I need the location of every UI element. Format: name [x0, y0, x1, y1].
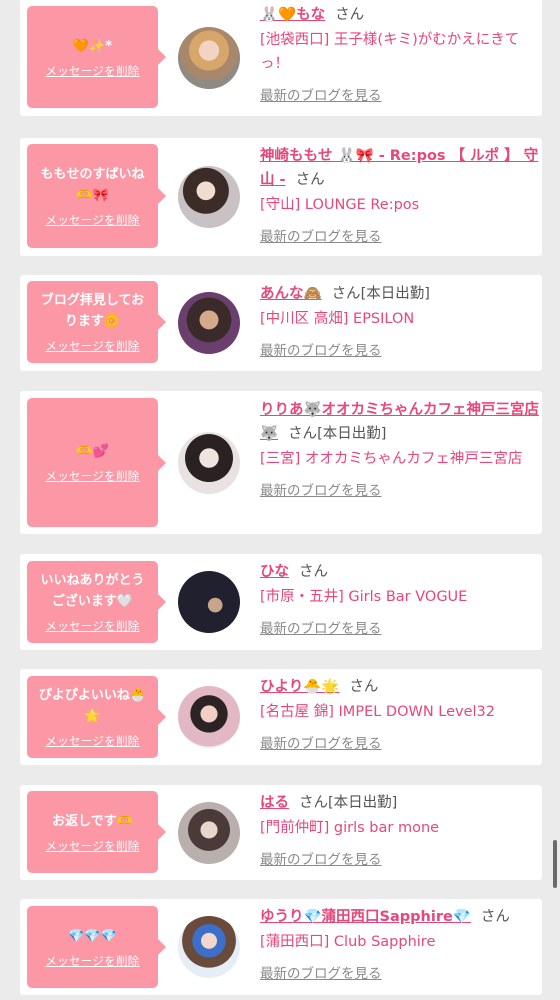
shop-label: [市原・五井] Girls Bar VOGUE	[260, 589, 468, 605]
sender-info: ひな さん [市原・五井] Girls Bar VOGUE 最新のブログを見る	[260, 560, 540, 637]
delete-message-link[interactable]: メッセージを削除	[45, 212, 139, 228]
honorific: さん	[331, 286, 361, 302]
work-status: [本日出勤]	[360, 286, 430, 302]
delete-message-link[interactable]: メッセージを削除	[45, 63, 139, 79]
scrollbar-thumb[interactable]	[553, 840, 557, 888]
message-bubble: ブログ拝見してお ります🌼 メッセージを削除	[27, 281, 166, 363]
latest-blog-link[interactable]: 最新のブログを見る	[260, 617, 382, 637]
name-line: はる さん[本日出勤]	[260, 791, 540, 815]
latest-blog-link[interactable]: 最新のブログを見る	[260, 732, 382, 752]
message-bubble: お返しです🫶 メッセージを削除	[27, 791, 166, 873]
message-text: ぴよぴよいいね🐣 🌟	[38, 688, 147, 724]
sender-name-link[interactable]: ひより🐣🌟	[260, 679, 339, 695]
message-bubble: ももせのすばいね 🫶🎀 メッセージを削除	[27, 144, 166, 248]
sender-name-link[interactable]: あんな🙈	[260, 286, 322, 302]
sender-info: ひより🐣🌟 さん [名古屋 錦] IMPEL DOWN Level32 最新のブロ…	[260, 675, 540, 752]
avatar[interactable]	[178, 432, 240, 494]
message-text: 🧡✨*	[72, 38, 113, 54]
work-status: [本日出勤]	[328, 795, 398, 811]
message-text: 💎💎💎	[68, 928, 117, 944]
name-line: あんな🙈 さん[本日出勤]	[260, 282, 540, 306]
name-line: 神崎ももせ 🐰🎀 - Re:pos 【 ルポ 】 守山 - さん	[260, 144, 540, 192]
delete-message-link[interactable]: メッセージを削除	[45, 953, 139, 969]
message-card: ももせのすばいね 🫶🎀 メッセージを削除 神崎ももせ 🐰🎀 - Re:pos 【…	[20, 138, 542, 256]
honorific: さん	[299, 564, 328, 580]
shop-label: [池袋西口] 王子様(キミ)がむかえにきてっ！	[260, 32, 520, 72]
latest-blog-link[interactable]: 最新のブログを見る	[260, 962, 382, 982]
honorific: さん	[349, 679, 379, 695]
latest-blog-link[interactable]: 最新のブログを見る	[260, 225, 382, 245]
avatar[interactable]	[178, 27, 240, 89]
message-card: ぴよぴよいいね🐣 🌟 メッセージを削除 ひより🐣🌟 さん [名古屋 錦] IMPE…	[20, 669, 542, 765]
message-text: ももせのすばいね 🫶🎀	[40, 167, 145, 203]
avatar[interactable]	[178, 166, 240, 228]
shop-label: [蒲田西口] Club Sapphire	[260, 934, 436, 950]
sender-info: りりあ🐺オオカミちゃんカフェ神戸三宮店🐺 さん[本日出勤] [三宮] オオカミちゃ…	[260, 398, 540, 499]
delete-message-link[interactable]: メッセージを削除	[45, 468, 139, 484]
latest-blog-link[interactable]: 最新のブログを見る	[260, 479, 382, 499]
name-line: ゆうり💎蒲田西口Sapphire💎 さん	[260, 905, 540, 929]
avatar[interactable]	[178, 916, 240, 978]
name-line: 🐰🧡もな さん	[260, 3, 540, 27]
sender-name-link[interactable]: はる	[260, 795, 289, 811]
sender-info: あんな🙈 さん[本日出勤] [中川区 高畑] EPSILON 最新のブログを見る	[260, 282, 540, 359]
message-bubble: いいねありがとう ございます🤍 メッセージを削除	[27, 561, 166, 643]
message-card: お返しです🫶 メッセージを削除 はる さん[本日出勤] [門前仲町] girls …	[20, 785, 542, 880]
honorific: さん	[480, 909, 510, 925]
sender-info: はる さん[本日出勤] [門前仲町] girls bar mone 最新のブログを…	[260, 791, 540, 868]
shop-label: [三宮] オオカミちゃんカフェ神戸三宮店	[260, 451, 523, 467]
avatar[interactable]	[178, 292, 240, 354]
message-bubble: 💎💎💎 メッセージを削除	[27, 906, 166, 988]
avatar[interactable]	[178, 802, 240, 864]
message-text: 🫶💕	[76, 444, 109, 459]
work-status: [本日出勤]	[317, 426, 387, 442]
latest-blog-link[interactable]: 最新のブログを見る	[260, 339, 382, 359]
delete-message-link[interactable]: メッセージを削除	[45, 338, 139, 354]
name-line: りりあ🐺オオカミちゃんカフェ神戸三宮店🐺 さん[本日出勤]	[260, 398, 540, 446]
avatar[interactable]	[178, 686, 240, 748]
honorific: さん	[295, 172, 325, 188]
sender-info: 🐰🧡もな さん [池袋西口] 王子様(キミ)がむかえにきてっ！ 最新のブログを見る	[260, 3, 540, 104]
sender-info: ゆうり💎蒲田西口Sapphire💎 さん [蒲田西口] Club Sapphire…	[260, 905, 540, 982]
message-bubble: 🫶💕 メッセージを削除	[27, 398, 166, 527]
name-line: ひな さん	[260, 560, 540, 584]
message-text: お返しです🫶	[52, 813, 133, 829]
name-line: ひより🐣🌟 さん	[260, 675, 540, 699]
sender-name-link[interactable]: 🐰🧡もな	[260, 7, 325, 23]
shop-label: [名古屋 錦] IMPEL DOWN Level32	[260, 704, 496, 720]
avatar[interactable]	[178, 571, 240, 633]
message-card: 🧡✨* メッセージを削除 🐰🧡もな さん [池袋西口] 王子様(キミ)がむかえにき…	[20, 0, 542, 116]
message-card: 💎💎💎 メッセージを削除 ゆうり💎蒲田西口Sapphire💎 さん [蒲田西口] …	[20, 899, 542, 995]
shop-label: [守山] LOUNGE Re:pos	[260, 197, 420, 213]
sender-name-link[interactable]: ゆうり💎蒲田西口Sapphire💎	[260, 909, 471, 925]
shop-label: [中川区 高畑] EPSILON	[260, 311, 415, 327]
sender-name-link[interactable]: ひな	[260, 564, 289, 580]
message-text: いいねありがとう ございます🤍	[40, 573, 145, 609]
message-card: いいねありがとう ございます🤍 メッセージを削除 ひな さん [市原・五井] Gi…	[20, 554, 542, 650]
message-bubble: ぴよぴよいいね🐣 🌟 メッセージを削除	[27, 676, 166, 758]
sender-info: 神崎ももせ 🐰🎀 - Re:pos 【 ルポ 】 守山 - さん [守山] LOU…	[260, 144, 540, 245]
honorific: さん	[299, 795, 328, 811]
honorific: さん	[288, 426, 318, 442]
shop-label: [門前仲町] girls bar mone	[260, 820, 440, 836]
honorific: さん	[335, 7, 365, 23]
latest-blog-link[interactable]: 最新のブログを見る	[260, 848, 382, 868]
message-card: ブログ拝見してお ります🌼 メッセージを削除 あんな🙈 さん[本日出勤] [中川区…	[20, 275, 542, 371]
latest-blog-link[interactable]: 最新のブログを見る	[260, 84, 382, 104]
delete-message-link[interactable]: メッセージを削除	[45, 838, 139, 854]
delete-message-link[interactable]: メッセージを削除	[45, 618, 139, 634]
message-text: ブログ拝見してお ります🌼	[40, 293, 145, 329]
message-card: 🫶💕 メッセージを削除 りりあ🐺オオカミちゃんカフェ神戸三宮店🐺 さん[本日出勤]…	[20, 391, 542, 534]
delete-message-link[interactable]: メッセージを削除	[45, 733, 139, 749]
message-bubble: 🧡✨* メッセージを削除	[27, 6, 166, 108]
